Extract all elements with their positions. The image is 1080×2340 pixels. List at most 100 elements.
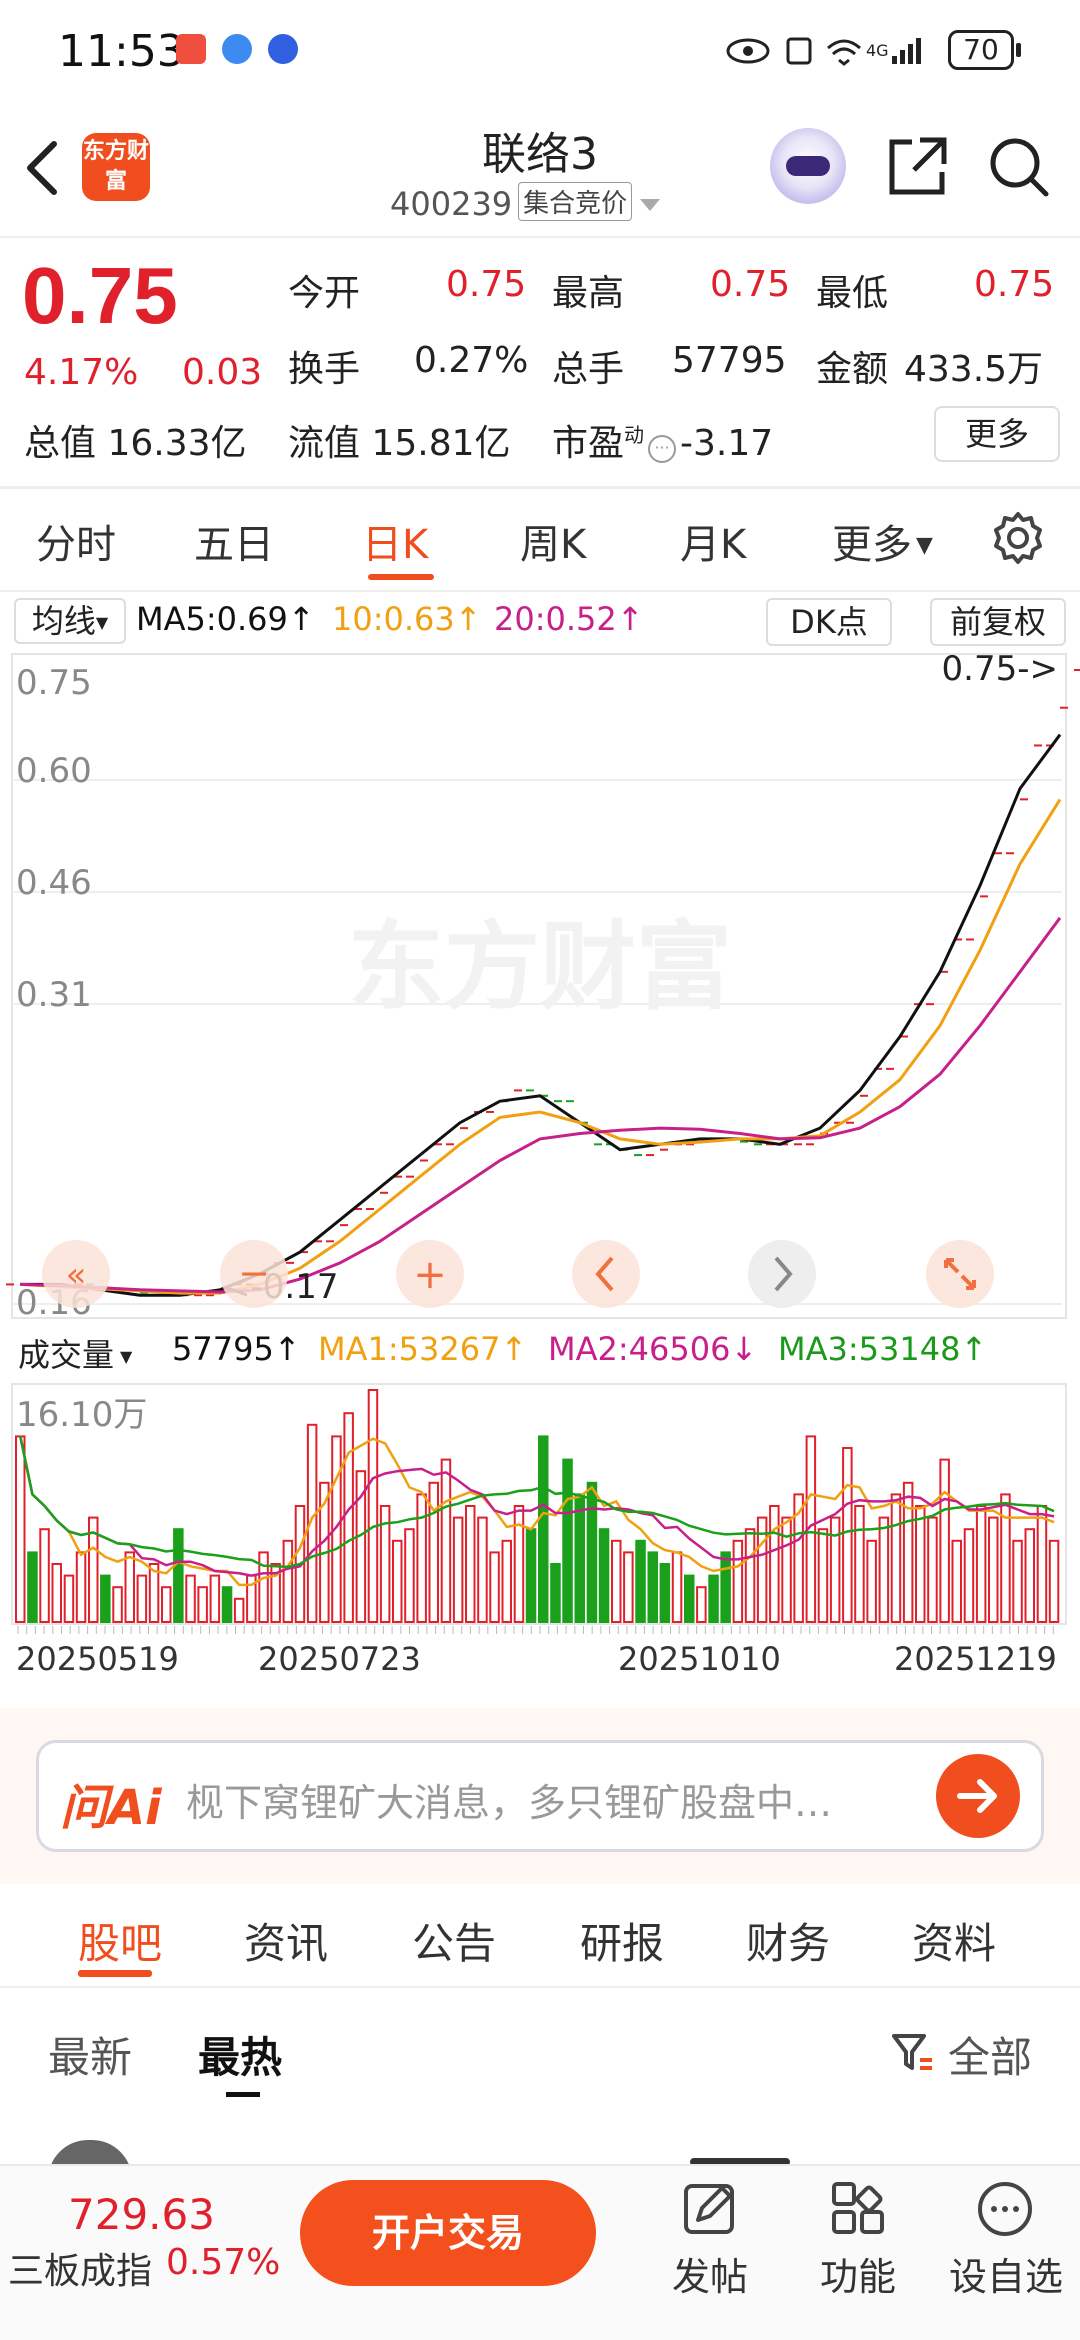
tab-news[interactable]: 资讯 [244,1910,328,1971]
tab-research[interactable]: 研报 [580,1910,664,1971]
more-quote-button[interactable]: 更多 [934,406,1060,462]
ai-assistant-avatar-icon[interactable] [770,128,846,204]
tab-intraday[interactable]: 分时 [36,512,116,570]
volume-ma2-legend: MA2:46506↓ [548,1330,758,1368]
volume-bar [939,1458,950,1623]
volume-bar [185,1574,196,1623]
functions-label[interactable]: 功能 [814,2246,902,2301]
volume-bar [161,1586,172,1624]
sort-hottest[interactable]: 最热 [198,2024,282,2085]
settings-gear-icon[interactable] [990,510,1046,566]
volume-bar [221,1586,233,1624]
filter-all[interactable]: 全部 [948,2024,1032,2085]
ask-ai-submit-button[interactable] [936,1754,1020,1838]
market-cap-value: 16.33亿 [107,423,247,464]
filter-icon[interactable] [890,2030,934,2074]
index-name[interactable]: 三板成指 [8,2242,152,2294]
search-icon[interactable] [986,134,1052,200]
tab-five-day[interactable]: 五日 [194,512,274,570]
volume-bar [39,1528,50,1624]
tab-profile[interactable]: 资料 [912,1910,996,1971]
volume-bar [866,1539,877,1623]
post-icon[interactable] [682,2180,738,2236]
tab-monthly-k[interactable]: 月K [680,512,746,570]
watchlist-chat-icon[interactable] [976,2180,1034,2238]
pe-ratio[interactable]: 市盈动··· -3.17 [552,414,773,466]
share-icon[interactable] [884,134,950,200]
kline-chart[interactable]: 东方财富 0.750.600.460.310.16 0.75-> <-0.17 … [0,650,1080,1708]
volume-bar [598,1528,610,1624]
caret-down-icon: ▼ [120,1347,133,1366]
change-amount: 0.03 [182,352,263,393]
x-tick-label: 20251010 [618,1640,781,1678]
dk-point-button[interactable]: DK点 [766,598,892,646]
nfc-icon [786,37,812,65]
amount-label: 金额 [816,349,889,390]
volume-x-ticks [17,1626,1054,1634]
battery-indicator: 70 [948,30,1021,70]
volume-bar [550,1563,561,1623]
auction-tag: 集合竞价 [518,182,633,221]
tab-more[interactable]: 更多 ▼ [832,512,933,570]
low-label: 最低 [816,273,889,314]
sort-latest[interactable]: 最新 [48,2024,132,2085]
index-change[interactable]: 0.57% [166,2242,280,2283]
volume-ma1-legend: MA1:53267↑ [318,1330,528,1368]
low-value: 0.75 [974,264,1055,305]
status-bar: 11:53 4G 70 [0,0,1080,100]
volume-bar [975,1505,987,1623]
volume-selector[interactable]: 成交量 ▼ [18,1330,132,1376]
volume-bar [136,1574,148,1623]
tab-active-underline [368,574,434,580]
tab-more-label: 更多 [832,522,912,568]
tab-daily-k[interactable]: 日K [362,512,428,570]
volume-bar [623,1551,634,1624]
pe-label: 市盈 [552,423,625,464]
volume-bar [440,1458,452,1623]
volume-bar [1024,1528,1035,1624]
volume-bar [1012,1539,1023,1623]
volume-bar [124,1551,135,1624]
functions-grid-icon[interactable] [830,2180,886,2236]
stock-code-row[interactable]: 400239 集合竞价 [390,182,661,223]
index-value[interactable]: 729.63 [68,2190,215,2239]
post-label[interactable]: 发帖 [668,2246,752,2301]
watchlist-label[interactable]: 设自选 [944,2246,1068,2301]
adjust-mode-button[interactable]: 前复权 [930,598,1066,646]
dk-point-label: DK点 [790,603,868,641]
tabs-divider [0,590,1080,592]
ask-ai-prompt[interactable]: 枧下窝锂矿大消息，多只锂矿股盘中… [186,1772,906,1827]
open-value: 0.75 [446,264,527,305]
volume-bar [1000,1493,1011,1624]
volume-bar [586,1481,598,1623]
turnover-label: 换手 [288,349,361,390]
volume-bar [659,1563,671,1623]
tab-announcements[interactable]: 公告 [412,1910,496,1971]
amount-value: 433.5万 [904,349,1044,390]
step-left-button [572,1240,640,1308]
volume-bar [927,1516,938,1623]
volume-bar [465,1505,476,1623]
tab-forum[interactable]: 股吧 [78,1910,162,1971]
dropdown-arrow-icon [640,199,661,211]
adjust-mode-label: 前复权 [949,603,1046,641]
status-time: 11:53 [58,26,185,77]
volume-bar [963,1528,975,1624]
arrow-right-icon [957,1779,997,1813]
volume-bar [75,1551,87,1624]
x-tick-label: 20251219 [894,1640,1057,1678]
open-account-trade-button[interactable]: 开户交易 [300,2180,596,2286]
volume-bar [173,1528,184,1624]
fullscreen-button [926,1240,994,1308]
volume-bar [611,1539,622,1623]
tab-financials[interactable]: 财务 [746,1910,830,1971]
volume-bar [635,1539,646,1623]
high-label: 最高 [552,273,625,314]
x-tick-label: 20250519 [16,1640,179,1678]
tab-weekly-k[interactable]: 周K [520,512,586,570]
caret-down-icon: ▼ [95,613,109,632]
volume-bar [817,1528,829,1624]
volume-bar [574,1493,585,1624]
indicator-type-selector[interactable]: 均线▼ [14,598,126,644]
volume-value-legend: 57795↑ [172,1330,301,1368]
